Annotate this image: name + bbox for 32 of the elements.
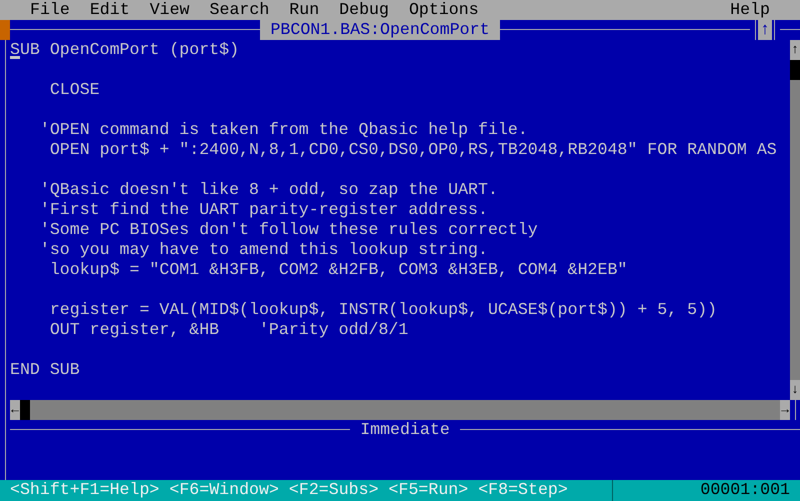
- code-line: register = VAL(MID$(lookup$, INSTR(lookup$, UCASE$(port$)) + 5, 5)): [48, 300, 718, 320]
- code-line: 'QBasic doesn't like 8 + odd, so zap the UART.: [38, 180, 498, 200]
- immediate-window-title: Immediate: [359, 420, 451, 440]
- horizontal-scrollbar[interactable]: ← →: [10, 400, 790, 420]
- menu-item[interactable]: View: [140, 0, 200, 20]
- menu-item[interactable]: File: [20, 0, 80, 20]
- cursor-position: 00001:001: [700, 480, 791, 501]
- menu-item[interactable]: Edit: [80, 0, 140, 20]
- code-line: OUT register, &HB 'Parity odd/8/1: [48, 320, 408, 340]
- scroll-right-button[interactable]: →: [780, 400, 790, 420]
- scroll-up-button[interactable]: ↑: [790, 40, 800, 60]
- menu-item[interactable]: Debug: [329, 0, 399, 20]
- scroll-left-button[interactable]: ←: [10, 400, 20, 420]
- menu-item[interactable]: Help: [720, 0, 780, 20]
- scroll-thumb[interactable]: [20, 400, 30, 420]
- code-line: SUB OpenComPort (port$): [10, 40, 240, 60]
- menu-item[interactable]: Search: [200, 0, 280, 20]
- code-line: 'First find the UART parity-register address.: [38, 200, 488, 220]
- vertical-scrollbar[interactable]: ↑ ↓: [790, 40, 800, 400]
- window-corner: [0, 20, 10, 40]
- code-line: END SUB: [10, 360, 80, 380]
- code-line: lookup$ = "COM1 &H3FB, COM2 &H2FB, COM3 &H3EB, COM4 &H2EB": [48, 260, 628, 280]
- menu-item[interactable]: Run: [279, 0, 330, 20]
- code-line: 'so you may have to amend this lookup string.: [38, 240, 488, 260]
- scroll-thumb[interactable]: [790, 60, 800, 80]
- code-line: 'OPEN command is taken from the Qbasic help file.: [38, 120, 528, 140]
- menu-item[interactable]: Options: [398, 0, 489, 20]
- code-line: CLOSE: [48, 80, 100, 100]
- code-line: 'Some PC BIOSes don't follow these rules correctly: [38, 220, 538, 240]
- window-title: PBCON1.BAS:OpenComPort: [260, 20, 500, 40]
- code-line: OPEN port$ + ":2400,N,8,1,CD0,CS0,DS0,OP0,RS,TB2048,RB2048" FOR RANDOM AS: [48, 140, 777, 160]
- scroll-down-button[interactable]: ↓: [790, 380, 800, 400]
